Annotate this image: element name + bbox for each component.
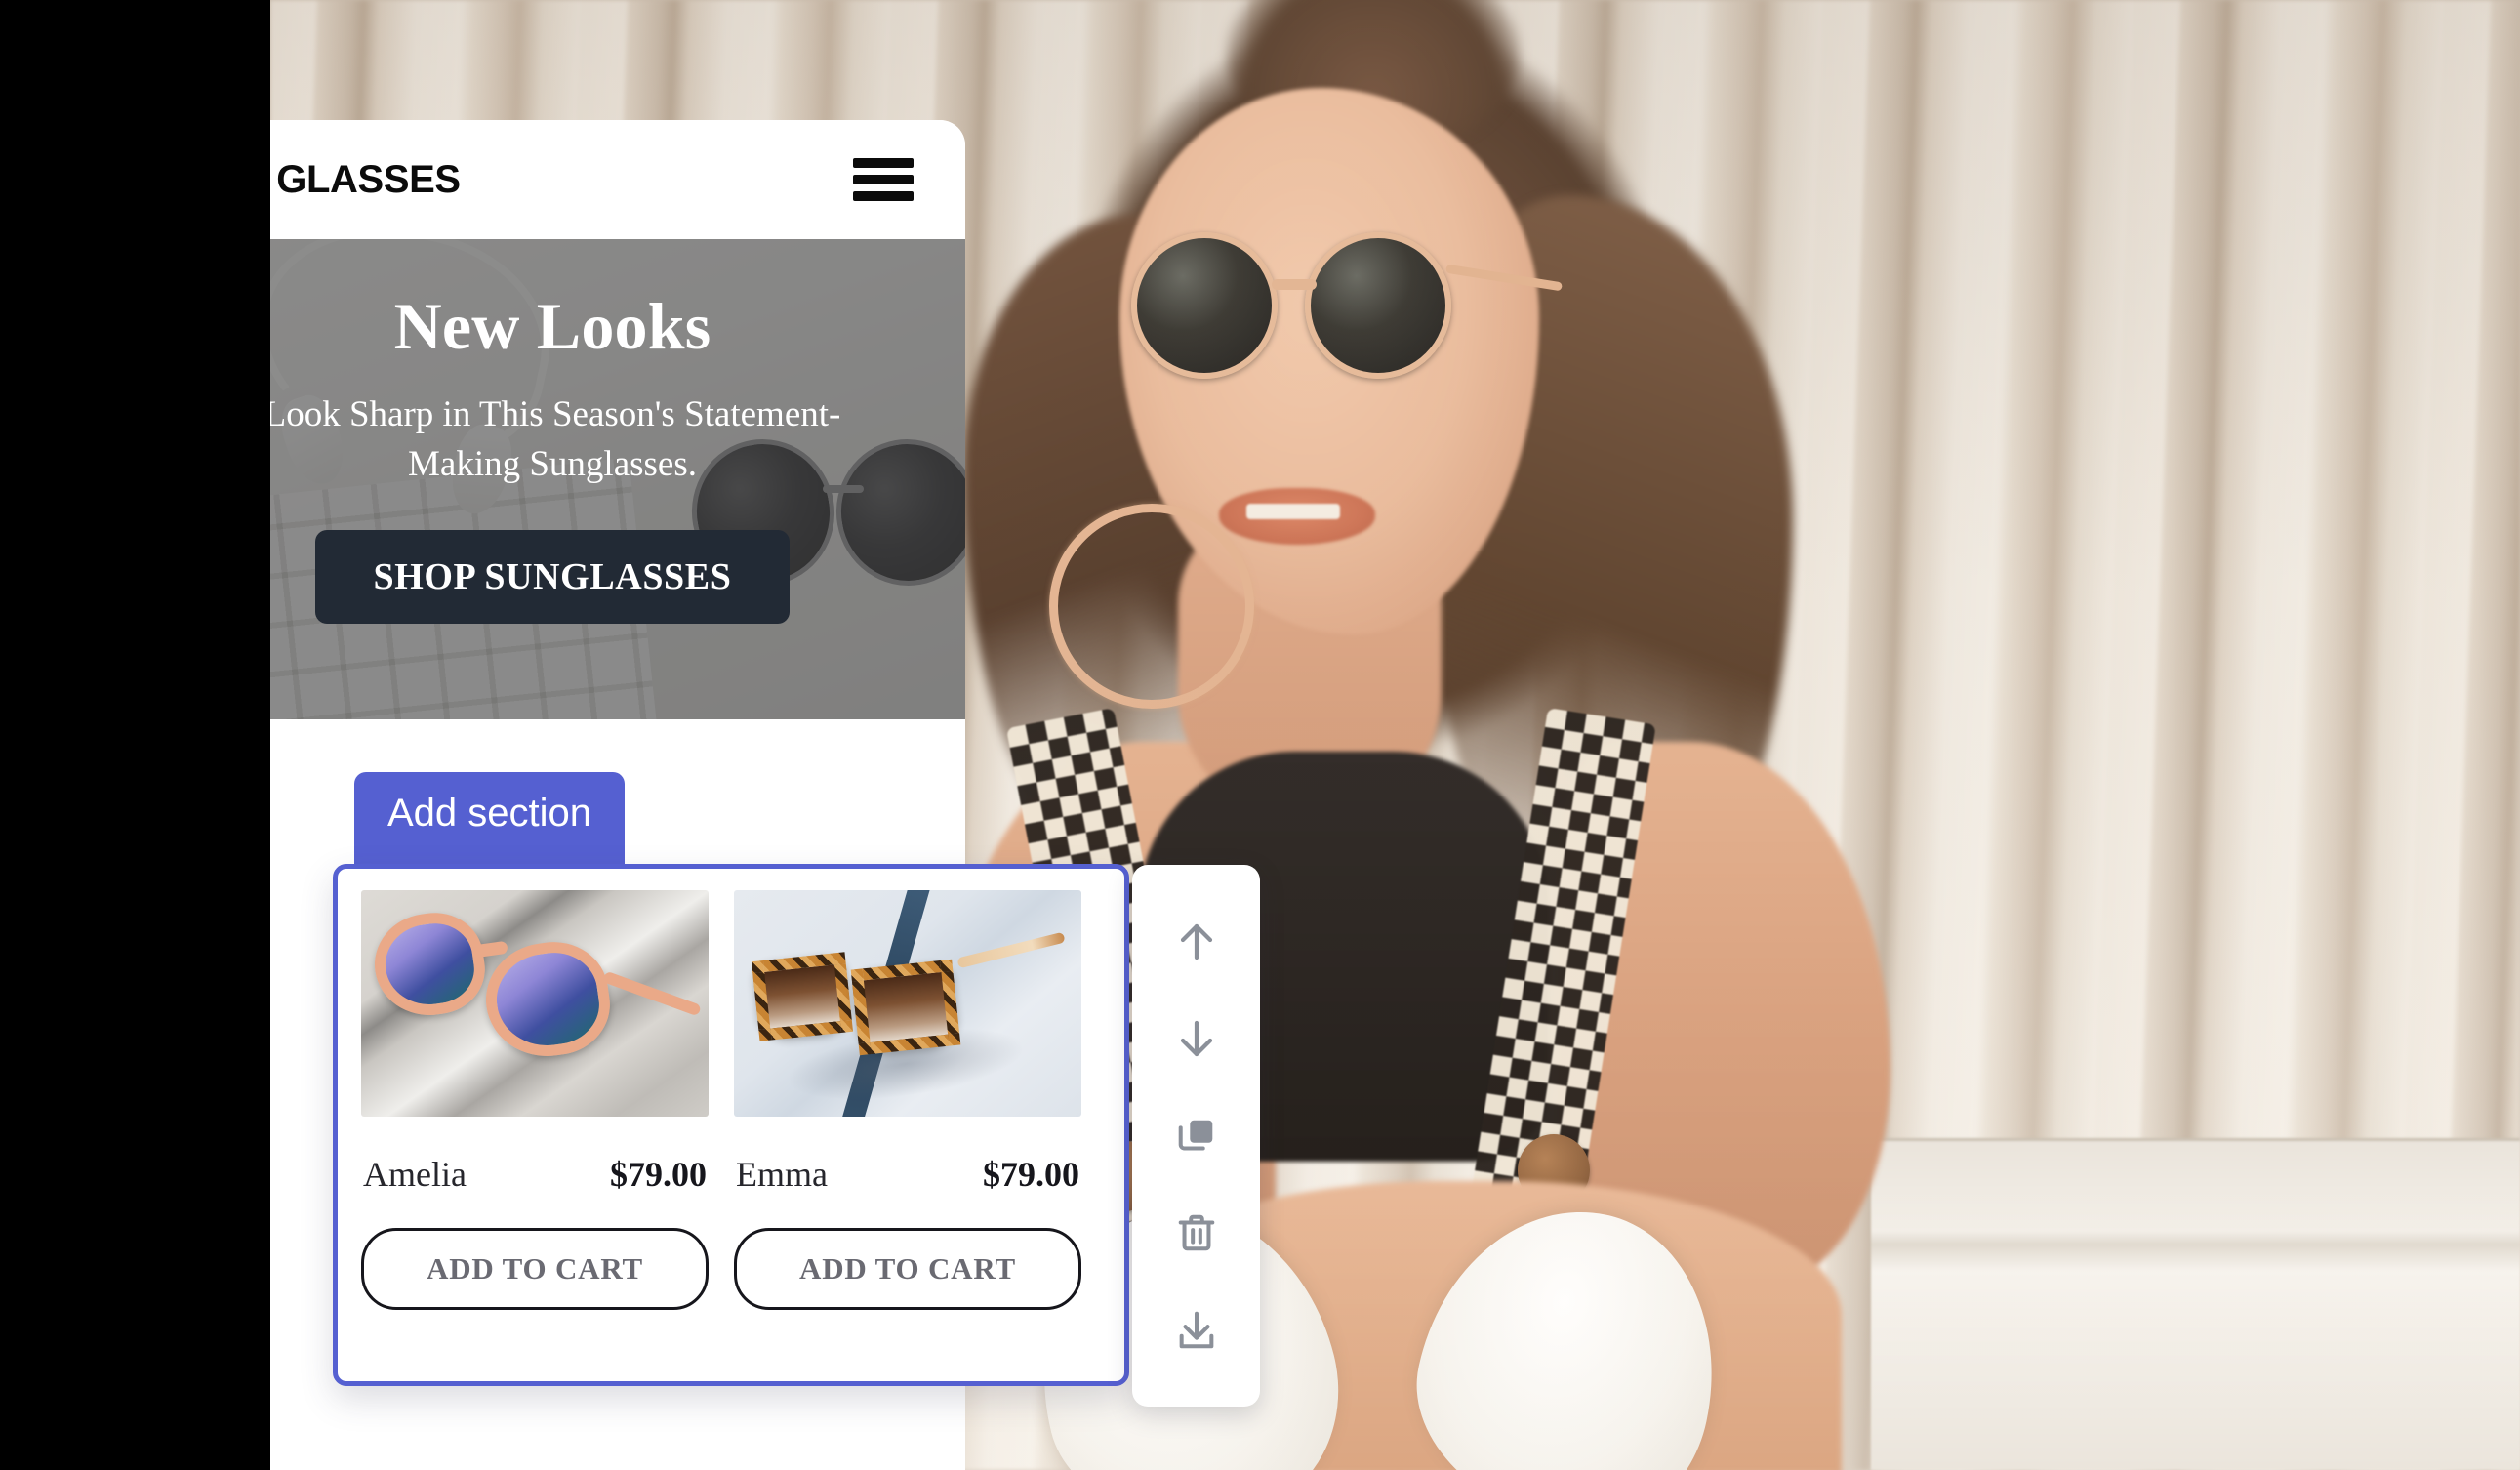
hero-subtitle: Look Sharp in This Season's Statement-Ma…: [264, 394, 841, 484]
teeth: [1246, 504, 1340, 519]
amelia-lens-left: [368, 906, 491, 1023]
hamburger-bar-2: [853, 175, 914, 184]
hoop-earring: [1049, 504, 1254, 709]
product-meta: Amelia $79.00: [361, 1154, 709, 1195]
add-section-button[interactable]: Add section: [354, 772, 626, 865]
emma-lens-right: [850, 959, 961, 1056]
trash-icon[interactable]: [1160, 1197, 1233, 1269]
product-image-emma[interactable]: [734, 890, 1081, 1117]
product-price: $79.00: [983, 1155, 1079, 1194]
move-up-icon[interactable]: [1160, 906, 1233, 978]
product-image-amelia[interactable]: [361, 890, 709, 1117]
product-meta: Emma $79.00: [734, 1154, 1081, 1195]
product-card[interactable]: Emma $79.00 ADD TO CART: [734, 890, 1081, 1381]
section-toolbar: [1132, 865, 1260, 1407]
hero-title: New Looks: [393, 289, 711, 363]
emma-lens-left: [751, 952, 854, 1041]
hamburger-bar-3: [853, 191, 914, 201]
amelia-temple: [602, 970, 702, 1017]
emma-temple: [956, 931, 1066, 969]
product-name: Amelia: [363, 1155, 467, 1194]
shop-sunglasses-button[interactable]: SHOP SUNGLASSES: [314, 530, 791, 625]
hamburger-icon[interactable]: [853, 158, 914, 201]
model-sunglass-lens-left: [1131, 232, 1278, 379]
selected-section-featured-products[interactable]: Amelia $79.00 ADD TO CART Emma $79.00 AD…: [333, 864, 1129, 1386]
left-black-band: [0, 0, 270, 1470]
add-to-cart-button[interactable]: ADD TO CART: [734, 1228, 1081, 1310]
product-price: $79.00: [610, 1155, 707, 1194]
hamburger-bar-1: [853, 158, 914, 168]
model-sunglass-lens-right: [1305, 232, 1451, 379]
editor-canvas: LEE GLASSES New Looks Look Sharp in This…: [0, 0, 2520, 1470]
product-name: Emma: [736, 1155, 828, 1194]
model-sunglass-bridge: [1272, 279, 1317, 290]
duplicate-icon[interactable]: [1160, 1100, 1233, 1172]
download-icon[interactable]: [1160, 1294, 1233, 1367]
add-to-cart-button[interactable]: ADD TO CART: [361, 1228, 709, 1310]
product-card[interactable]: Amelia $79.00 ADD TO CART: [361, 890, 709, 1381]
move-down-icon[interactable]: [1160, 1002, 1233, 1075]
